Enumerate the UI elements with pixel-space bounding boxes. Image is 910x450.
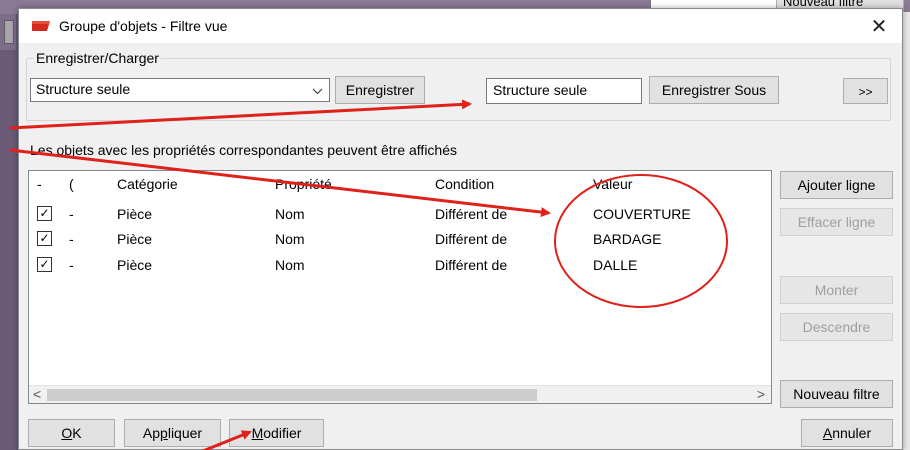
- table-header: - ( Catégorie Propriété Condition Valeur: [29, 171, 771, 195]
- filter-table[interactable]: - ( Catégorie Propriété Condition Valeur…: [28, 170, 772, 404]
- row-property: Nom: [275, 206, 305, 222]
- row-checkbox[interactable]: ✓: [37, 257, 52, 272]
- row-paren: -: [69, 231, 74, 247]
- scroll-right-icon[interactable]: >: [757, 386, 765, 402]
- filter-caption: Les objets avec les propriétés correspon…: [30, 142, 457, 158]
- cancel-button[interactable]: Annuler: [801, 419, 893, 447]
- row-condition: Différent de: [435, 257, 508, 273]
- modify-accel: M: [251, 425, 264, 441]
- row-condition: Différent de: [435, 231, 508, 247]
- title-bar: Groupe d'objets - Filtre vue ✕: [19, 9, 902, 43]
- row-category: Pièce: [117, 257, 153, 273]
- row-category: Pièce: [117, 231, 153, 247]
- scroll-left-icon[interactable]: <: [33, 386, 41, 402]
- ok-button[interactable]: OK: [28, 419, 115, 447]
- chevron-down-icon: [312, 88, 323, 95]
- move-up-button[interactable]: Monter: [780, 276, 893, 304]
- expand-button[interactable]: >>: [843, 78, 888, 104]
- header-condition[interactable]: Condition: [435, 176, 494, 192]
- ok-accel: O: [61, 425, 73, 441]
- header-category[interactable]: Catégorie: [117, 176, 178, 192]
- cancel-accel: A: [822, 425, 833, 441]
- apply-label-end: liquer: [167, 425, 203, 441]
- row-checkbox[interactable]: ✓: [37, 206, 52, 221]
- apply-label-start: Ap: [142, 425, 161, 441]
- row-property: Nom: [275, 257, 305, 273]
- table-row[interactable]: ✓ - Pièce Nom Différent de COUVERTURE: [29, 204, 771, 226]
- checkmark-icon: ✓: [39, 257, 50, 271]
- checkmark-icon: ✓: [39, 206, 50, 220]
- new-filter-button[interactable]: Nouveau filtre: [780, 380, 893, 408]
- header-paren[interactable]: (: [69, 176, 74, 192]
- window-title: Groupe d'objets - Filtre vue: [59, 18, 228, 34]
- row-value: COUVERTURE: [593, 206, 691, 222]
- background-left-panel: [0, 14, 16, 50]
- move-down-button[interactable]: Descendre: [780, 313, 893, 341]
- row-category: Pièce: [117, 206, 153, 222]
- save-load-group-label: Enregistrer/Charger: [34, 50, 161, 66]
- apply-accel: p: [160, 425, 168, 441]
- close-button[interactable]: ✕: [856, 9, 902, 43]
- delete-line-button[interactable]: Effacer ligne: [780, 208, 893, 236]
- scrollbar-thumb[interactable]: [47, 389, 537, 401]
- header-enabled[interactable]: -: [37, 176, 42, 192]
- filter-preset-combo[interactable]: Structure seule: [30, 78, 330, 102]
- table-row[interactable]: ✓ - Pièce Nom Différent de DALLE: [29, 255, 771, 277]
- modify-button[interactable]: Modifier: [229, 419, 324, 447]
- background-panel-icon: [4, 20, 14, 44]
- close-icon: ✕: [870, 15, 888, 38]
- app-icon: [32, 21, 50, 31]
- row-property: Nom: [275, 231, 305, 247]
- save-as-button[interactable]: Enregistrer Sous: [649, 76, 779, 104]
- save-button[interactable]: Enregistrer: [335, 76, 425, 104]
- filter-preset-value: Structure seule: [36, 81, 131, 97]
- add-line-button[interactable]: Ajouter ligne: [780, 171, 893, 199]
- checkmark-icon: ✓: [39, 231, 50, 245]
- horizontal-scrollbar[interactable]: < >: [29, 385, 771, 403]
- row-paren: -: [69, 206, 74, 222]
- ok-label-rest: K: [72, 425, 82, 441]
- row-value: DALLE: [593, 257, 638, 273]
- apply-button[interactable]: Appliquer: [124, 419, 221, 447]
- header-value[interactable]: Valeur: [593, 176, 632, 192]
- modify-label-rest: odifier: [263, 425, 302, 441]
- cancel-label-rest: nnuler: [832, 425, 872, 441]
- row-value: BARDAGE: [593, 231, 662, 247]
- row-paren: -: [69, 257, 74, 273]
- row-condition: Différent de: [435, 206, 508, 222]
- header-property[interactable]: Propriété: [275, 176, 332, 192]
- table-row[interactable]: ✓ - Pièce Nom Différent de BARDAGE: [29, 229, 771, 251]
- row-checkbox[interactable]: ✓: [37, 231, 52, 246]
- filter-name-field[interactable]: Structure seule: [486, 78, 642, 104]
